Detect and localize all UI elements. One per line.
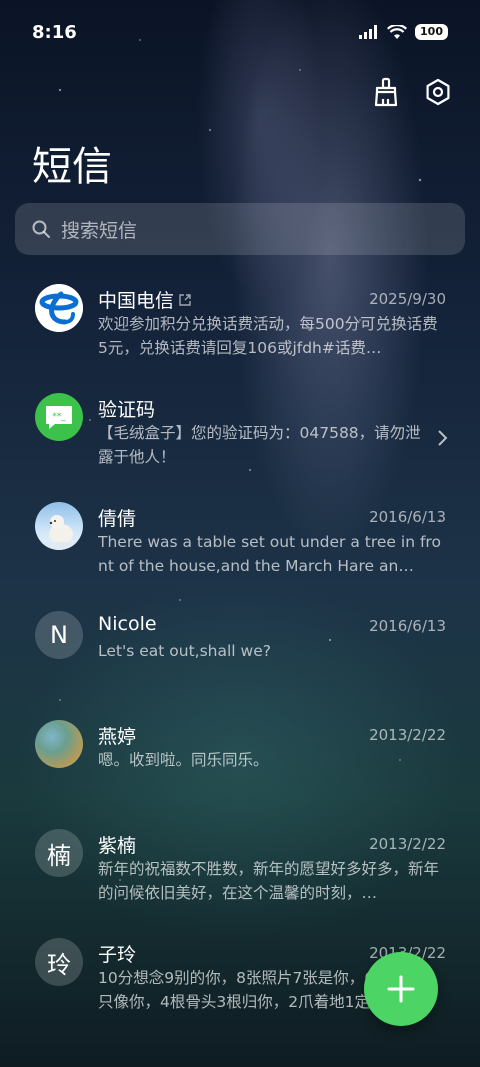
page-title: 短信 [32, 144, 112, 190]
conversation-name-text: Nicole [98, 613, 157, 635]
avatar: N [35, 611, 83, 659]
conversation-name-text: 紫楠 [98, 835, 137, 857]
avatar: 玲 [35, 938, 83, 986]
conversation-preview: 【毛绒盒子】您的验证码为：047588，请勿泄露于他人！ [98, 424, 421, 466]
search-input[interactable]: 搜索短信 [15, 203, 465, 255]
conversation-preview: There was a table set out under a tree i… [98, 533, 441, 575]
conversation-item[interactable]: N Nicole 2016/6/13 Let's eat out,shall w… [0, 597, 480, 706]
conversation-date: 2013/2/22 [369, 835, 446, 853]
avatar: 楠 [35, 829, 83, 877]
conversation-name: Nicole [98, 613, 157, 635]
conversation-name-text: 子玲 [98, 944, 137, 966]
signal-icon [359, 25, 378, 39]
conversation-list: 中国电信 2025/9/30 欢迎参加积分兑换话费活动，每500分可兑换话费5元… [0, 270, 480, 1033]
conversation-name: 倩倩 [98, 504, 136, 531]
broom-clean-icon[interactable] [370, 76, 402, 108]
chevron-right-icon[interactable] [436, 429, 448, 447]
verification-code-icon: **_ [35, 393, 83, 441]
search-placeholder: 搜索短信 [61, 219, 138, 242]
status-time: 8:16 [32, 21, 77, 43]
conversation-item[interactable]: 燕婷 2013/2/22 嗯。收到啦。同乐同乐。 [0, 706, 480, 815]
conversation-date: 2016/6/13 [369, 508, 446, 526]
top-actions [370, 76, 454, 108]
external-link-icon [179, 293, 191, 306]
conversation-date: 2016/6/13 [369, 617, 446, 635]
conversation-item[interactable]: **_ 验证码 【毛绒盒子】您的验证码为：047588，请勿泄露于他人！ [0, 379, 480, 488]
conversation-name-text: 中国电信 [98, 290, 175, 312]
conversation-name: 紫楠 [98, 831, 136, 858]
polar-bear-photo [35, 502, 83, 550]
conversation-name: 子玲 [98, 940, 136, 967]
status-bar: 8:16 100 [0, 0, 480, 64]
conversation-name: 燕婷 [98, 722, 136, 749]
conversation-name: 验证码 [98, 395, 155, 422]
plus-icon [387, 975, 415, 1003]
conversation-name-text: 燕婷 [98, 726, 137, 748]
conversation-preview: 嗯。收到啦。同乐同乐。 [98, 751, 269, 769]
conversation-item[interactable]: 倩倩 2016/6/13 There was a table set out u… [0, 488, 480, 597]
new-message-button[interactable] [364, 952, 438, 1026]
status-icons: 100 [359, 24, 448, 40]
conversation-name-text: 验证码 [98, 399, 156, 421]
conversation-preview: Let's eat out,shall we? [98, 642, 271, 660]
conversation-preview: 欢迎参加积分兑换话费活动，每500分可兑换话费5元，兑换话费请回复106或jfd… [98, 315, 438, 357]
china-telecom-logo [35, 284, 83, 332]
settings-hexagon-icon[interactable] [422, 76, 454, 108]
conversation-date: 2013/2/22 [369, 726, 446, 744]
battery-icon: 100 [415, 24, 448, 40]
conversation-name: 中国电信 [98, 286, 192, 313]
conversation-item[interactable]: 中国电信 2025/9/30 欢迎参加积分兑换话费活动，每500分可兑换话费5元… [0, 270, 480, 379]
conversation-item[interactable]: 楠 紫楠 2013/2/22 新年的祝福数不胜数，新年的愿望好多好多，新年的问候… [0, 815, 480, 924]
landscape-photo [35, 720, 83, 768]
conversation-name-text: 倩倩 [98, 508, 137, 530]
conversation-date: 2025/9/30 [369, 290, 446, 308]
svg-text:**_: **_ [52, 412, 66, 422]
search-icon [32, 220, 50, 238]
wifi-icon [387, 24, 408, 39]
conversation-preview: 新年的祝福数不胜数，新年的愿望好多好多，新年的问候依旧美好，在这个温馨的时刻，… [98, 860, 440, 902]
